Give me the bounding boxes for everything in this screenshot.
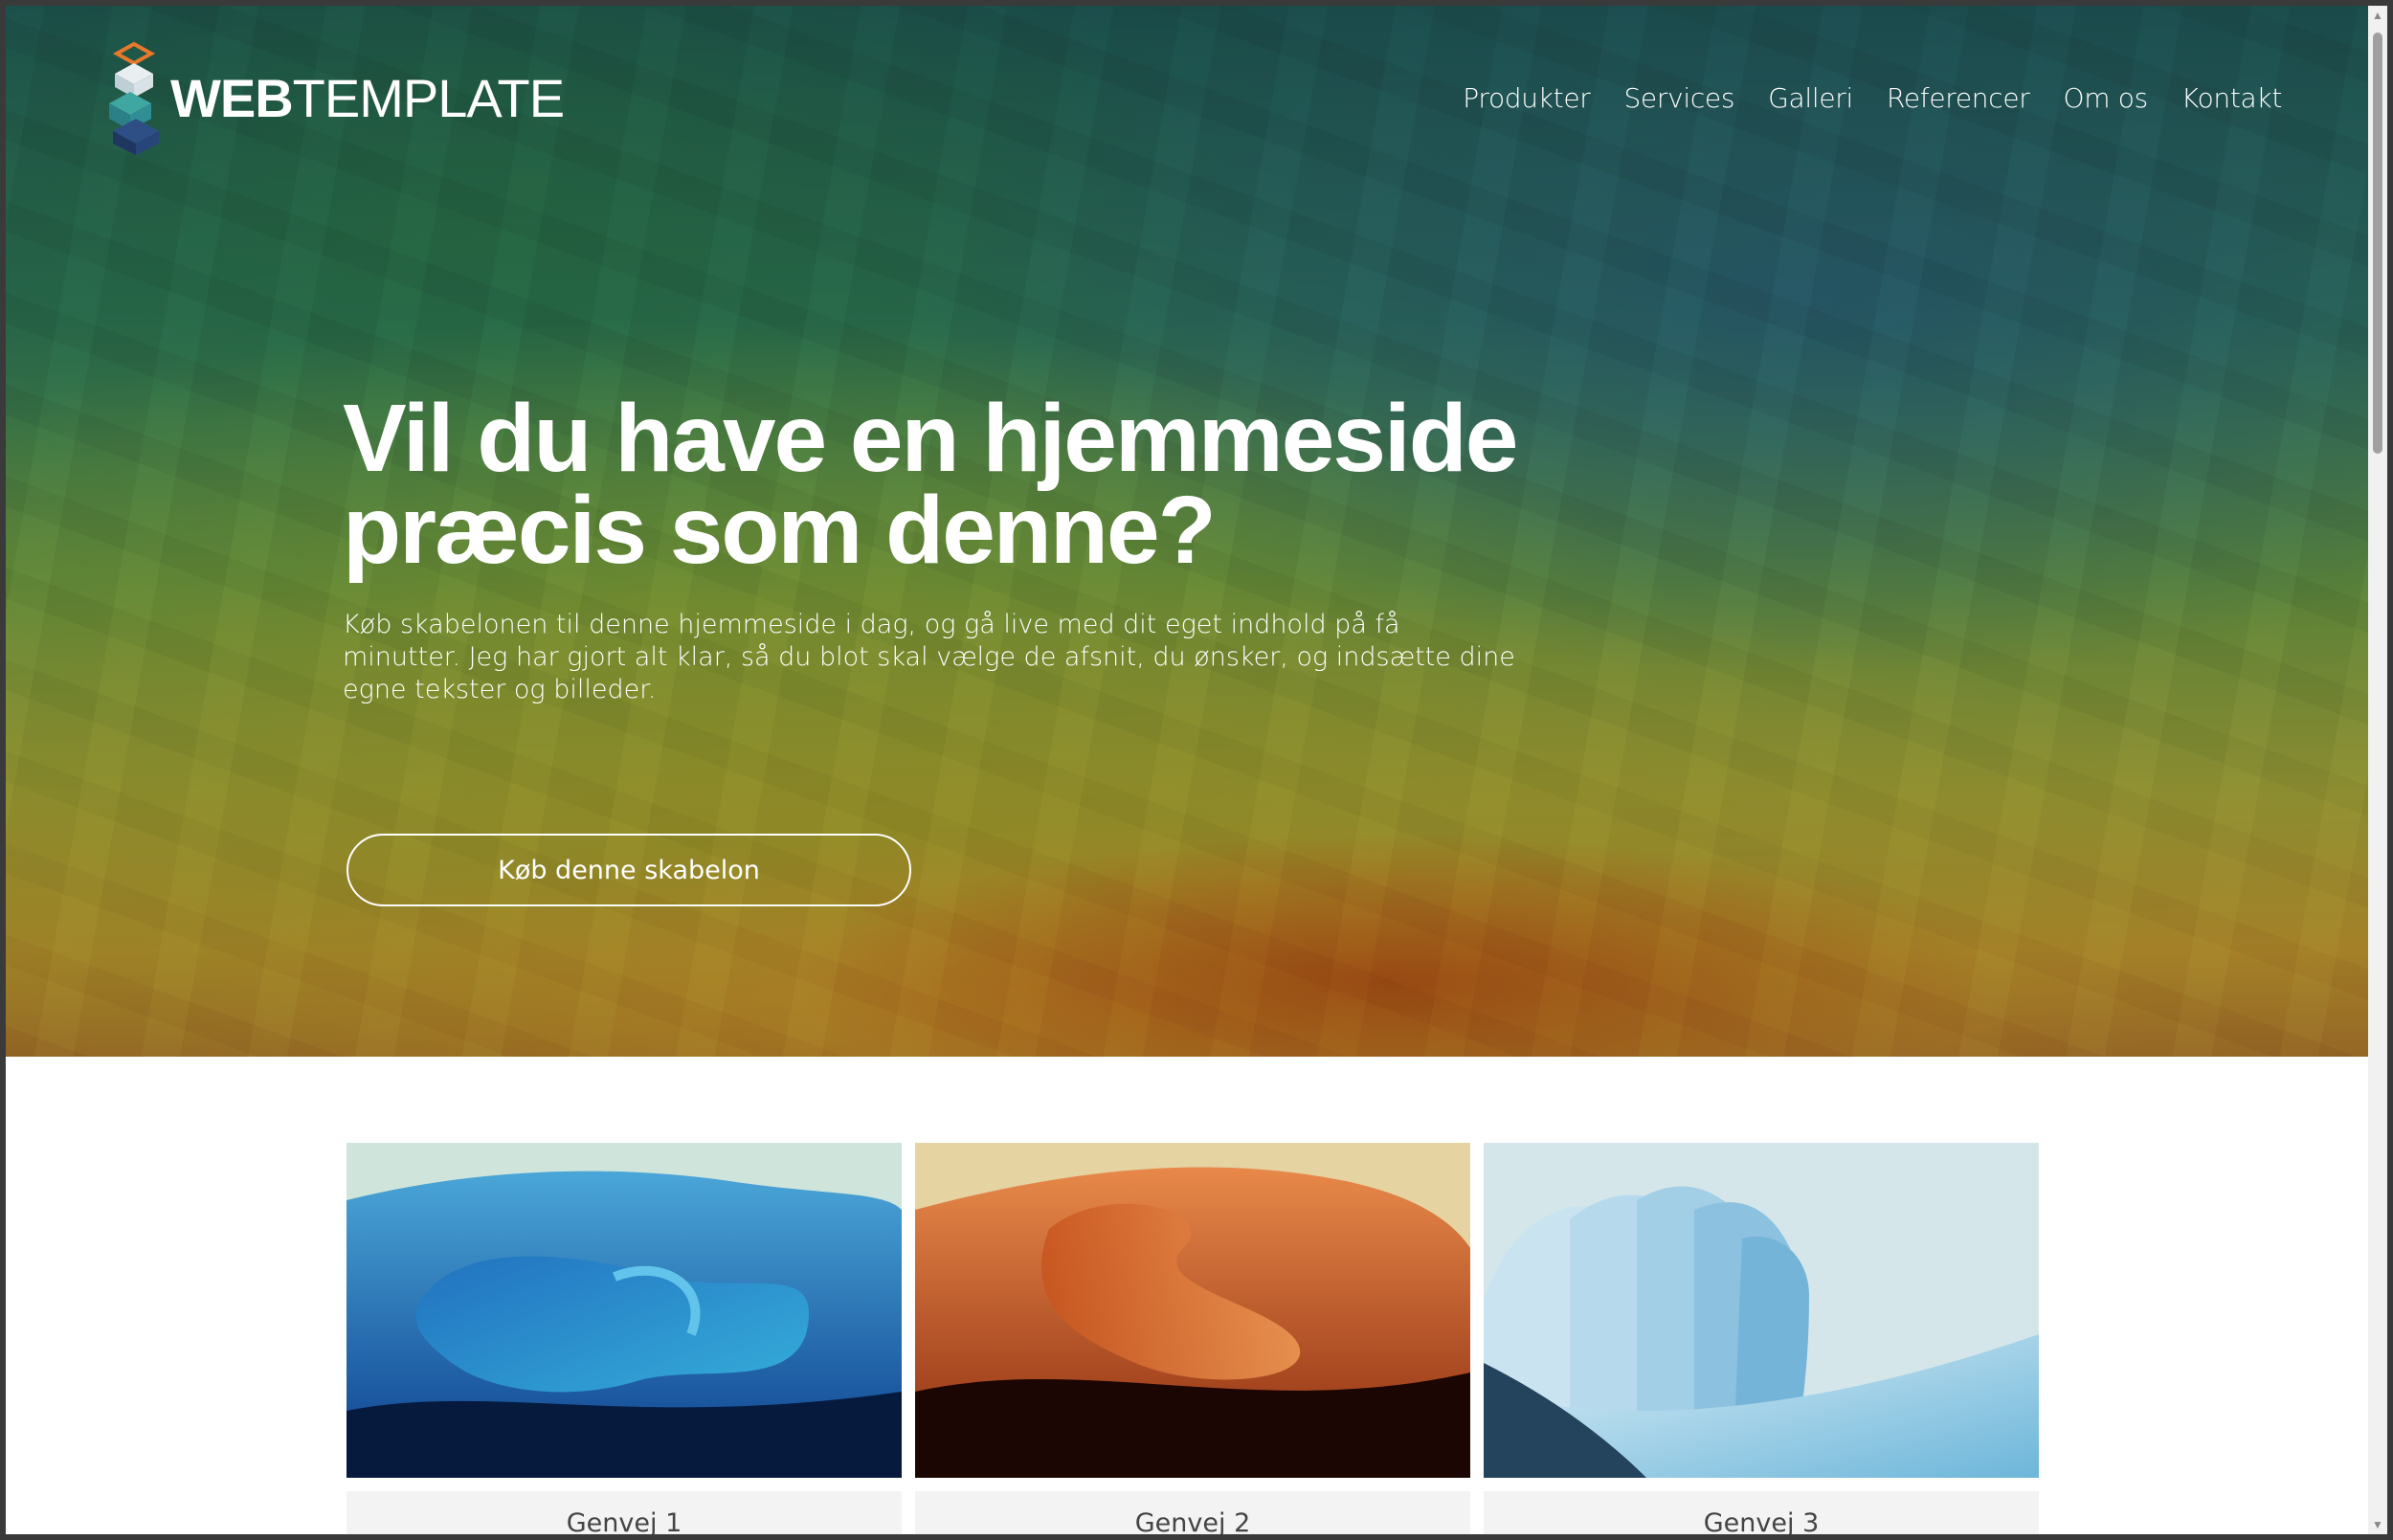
stacked-cubes-logo-icon <box>101 42 167 155</box>
card-label-1[interactable]: Genvej 1 <box>347 1491 902 1534</box>
hero-content: Vil du have en hjemmeside præcis som den… <box>343 391 1530 706</box>
scroll-down-arrow-icon[interactable]: ▼ <box>2372 1519 2383 1530</box>
shortcut-cards: Genvej 1 Genvej 2 Genvej 3 <box>347 1143 2039 1534</box>
page-scrollbar[interactable]: ▲ ▼ <box>2368 6 2387 1534</box>
nav-item-services[interactable]: Services <box>1623 82 1734 114</box>
shortcut-card-2[interactable]: Genvej 2 <box>915 1143 1470 1534</box>
site-logo[interactable]: WEBTEMPLATE <box>101 42 565 155</box>
nav-item-om-os[interactable]: Om os <box>2063 82 2148 114</box>
scroll-up-arrow-icon[interactable]: ▲ <box>2372 10 2383 21</box>
hero-section: WEBTEMPLATE Produkter Services Galleri R… <box>6 6 2374 1057</box>
card-image-orange-waves[interactable] <box>915 1143 1470 1478</box>
buy-template-button[interactable]: Køb denne skabelon <box>347 834 911 906</box>
scrollbar-thumb[interactable] <box>2373 33 2382 454</box>
card-image-blue-petals[interactable] <box>1484 1143 2039 1478</box>
hero-title: Vil du have en hjemmeside præcis som den… <box>343 391 1530 578</box>
card-label-2[interactable]: Genvej 2 <box>915 1491 1470 1534</box>
logo-wordmark-light: TEMPLATE <box>292 68 565 128</box>
nav-item-galleri[interactable]: Galleri <box>1768 82 1853 114</box>
hero-title-line-2: præcis som denne? <box>343 477 1217 584</box>
nav-item-referencer[interactable]: Referencer <box>1887 82 2030 114</box>
shortcut-card-3[interactable]: Genvej 3 <box>1484 1143 2039 1534</box>
card-label-3[interactable]: Genvej 3 <box>1484 1491 2039 1534</box>
shortcut-card-1[interactable]: Genvej 1 <box>347 1143 902 1534</box>
logo-wordmark-bold: WEB <box>170 68 294 128</box>
nav-item-kontakt[interactable]: Kontakt <box>2181 82 2282 114</box>
hero-description: Køb skabelonen til denne hjemmeside i da… <box>343 610 1515 704</box>
browser-window: WEBTEMPLATE Produkter Services Galleri R… <box>0 0 2393 1540</box>
card-image-blue-waves[interactable] <box>347 1143 902 1478</box>
main-nav: Produkter Services Galleri Referencer Om… <box>1463 82 2282 114</box>
logo-wordmark: WEBTEMPLATE <box>170 72 565 125</box>
nav-item-produkter[interactable]: Produkter <box>1463 82 1590 114</box>
